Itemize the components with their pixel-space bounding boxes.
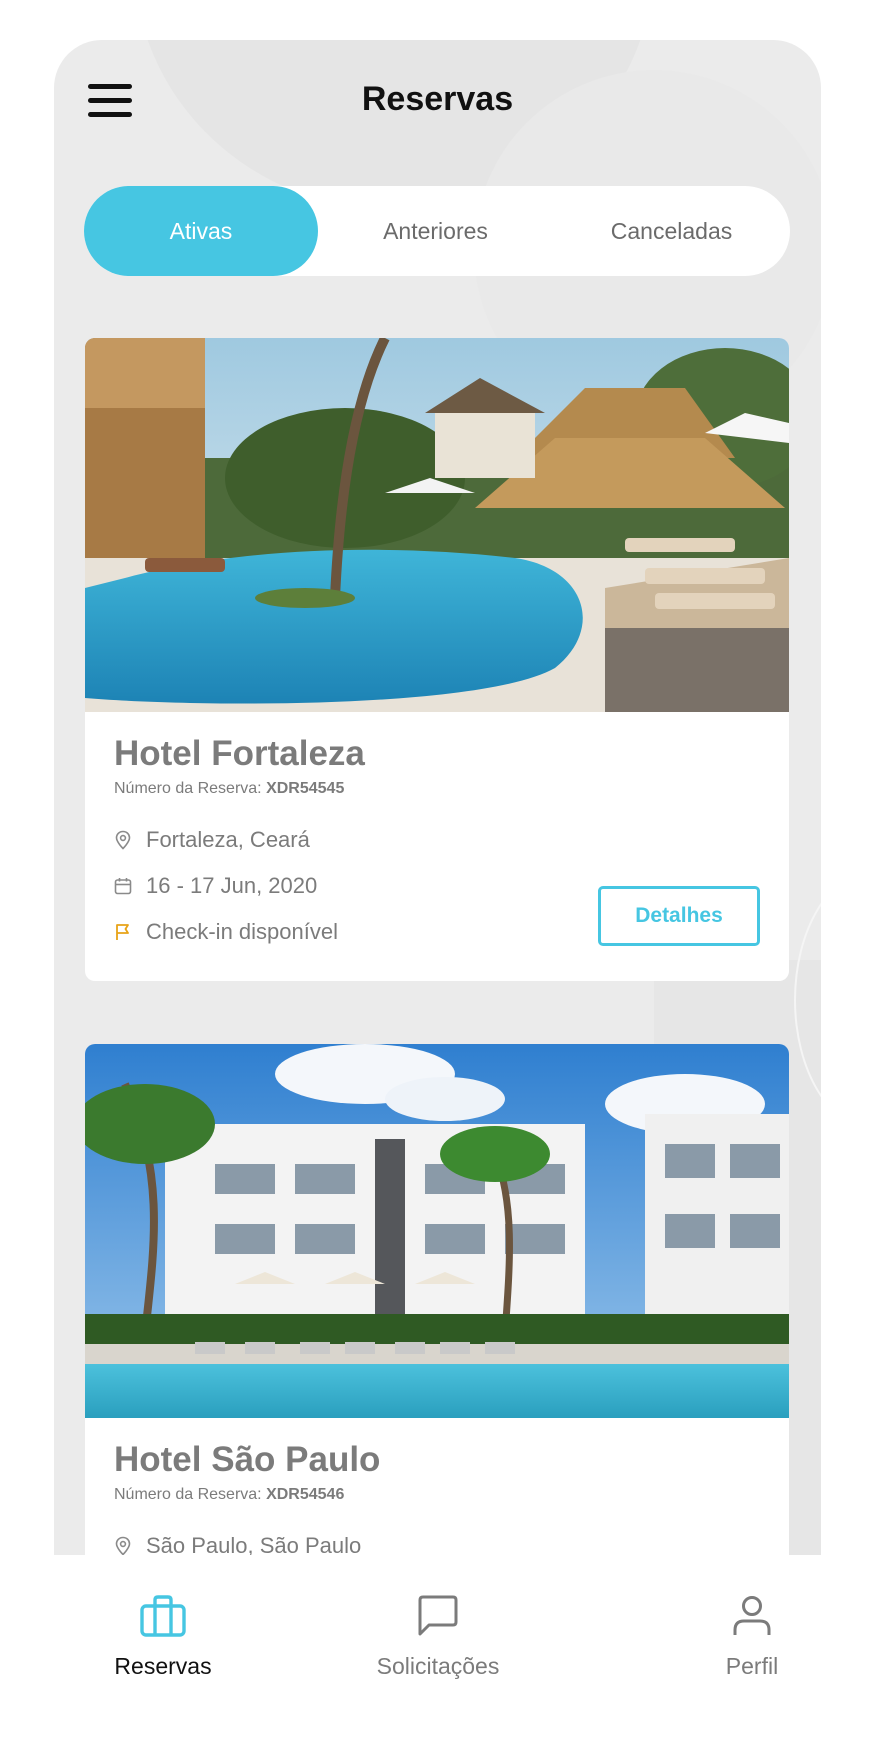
location-pin-icon: [115, 830, 131, 850]
user-icon: [733, 1596, 771, 1635]
nav-item-solicitacoes[interactable]: Solicitações: [338, 1595, 538, 1680]
tab-canceladas[interactable]: Canceladas: [553, 186, 790, 276]
briefcase-icon: [140, 1595, 186, 1637]
nav-label: Perfil: [725, 1653, 779, 1679]
tabs: Ativas Anteriores Canceladas: [84, 186, 790, 276]
nav-item-reservas[interactable]: Reservas: [63, 1595, 263, 1680]
nav-label: Reservas: [114, 1653, 212, 1679]
tab-anteriores[interactable]: Anteriores: [318, 186, 553, 276]
location-row: São Paulo, São Paulo: [114, 1533, 760, 1555]
hotel-photo: [85, 1044, 789, 1418]
hotel-name: Hotel Fortaleza: [114, 734, 365, 773]
chat-icon: [418, 1595, 458, 1636]
hotel-name: Hotel São Paulo: [114, 1440, 381, 1479]
bottom-navigation: Reservas Solicitações Perfil: [0, 1555, 878, 1760]
location-pin-icon: [115, 1536, 131, 1555]
nav-item-perfil[interactable]: Perfil: [652, 1595, 852, 1680]
nav-label: Solicitações: [376, 1653, 500, 1679]
reservation-number: Número da Reserva: XDR54545: [114, 780, 345, 797]
booking-card[interactable]: Hotel São Paulo Número da Reserva: XDR54…: [85, 1044, 789, 1555]
page-title: Reservas: [361, 80, 514, 118]
hotel-photo: [85, 338, 789, 712]
location-row: Fortaleza, Ceará: [114, 827, 760, 852]
flag-icon: [116, 924, 129, 940]
screen-container: Reservas Ativas Anteriores Canceladas Ho…: [54, 40, 821, 1555]
booking-card[interactable]: Hotel Fortaleza Número da Reserva: XDR54…: [85, 338, 789, 981]
calendar-icon: [114, 878, 132, 895]
reservation-number: Número da Reserva: XDR54546: [114, 1486, 345, 1503]
details-button[interactable]: Detalhes: [598, 886, 760, 946]
tab-ativas[interactable]: Ativas: [84, 186, 318, 276]
